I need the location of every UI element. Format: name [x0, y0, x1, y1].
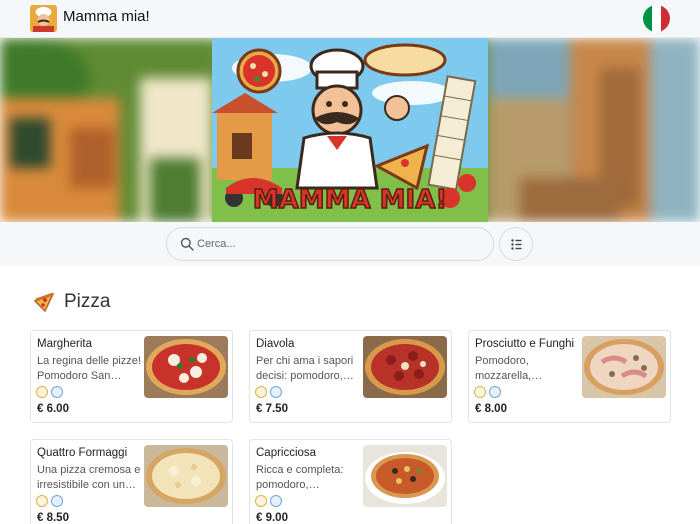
dairy-icon: [51, 495, 63, 507]
dairy-icon: [51, 386, 63, 398]
search-icon: [180, 237, 194, 251]
item-price: € 9.00: [256, 512, 288, 524]
item-name: Capricciosa: [256, 447, 317, 459]
hero-illustration: MAMMA MIA!: [212, 38, 488, 222]
search-input[interactable]: [197, 236, 477, 252]
search-bar: [0, 222, 700, 266]
menu-item-card[interactable]: Margherita La regina delle pizze! Pomodo…: [30, 330, 233, 423]
item-price: € 8.00: [475, 403, 507, 415]
pizza-slice-icon: [33, 292, 55, 313]
allergen-list: [255, 495, 282, 507]
item-description: Pomodoro, mozzarella,…: [475, 355, 543, 382]
brand-name[interactable]: Mamma mia!: [63, 8, 150, 25]
gluten-icon: [474, 386, 486, 398]
list-icon: [511, 239, 522, 250]
allergen-list: [36, 495, 63, 507]
menu-item-card[interactable]: Prosciutto e Funghi Pomodoro, mozzarella…: [468, 330, 671, 423]
menu-item-card[interactable]: Quattro Formaggi Una pizza cremosa e irr…: [30, 439, 233, 524]
gluten-icon: [255, 386, 267, 398]
gluten-icon: [36, 495, 48, 507]
search-field[interactable]: [166, 227, 494, 261]
top-navbar: Mamma mia!: [0, 0, 700, 38]
dairy-icon: [270, 386, 282, 398]
item-description: Per chi ama i sapori decisi: pomodoro,…: [256, 355, 354, 382]
italian-flag-icon[interactable]: [643, 5, 670, 32]
item-photo: [144, 445, 228, 507]
gluten-icon: [36, 386, 48, 398]
item-photo: [363, 336, 447, 398]
allergen-list: [474, 386, 501, 398]
dairy-icon: [270, 495, 282, 507]
item-price: € 6.00: [37, 403, 69, 415]
item-description: Una pizza cremosa e irresistibile con un…: [37, 464, 141, 491]
item-name: Quattro Formaggi: [37, 447, 128, 459]
gluten-icon: [255, 495, 267, 507]
hero-banner: MAMMA MIA!: [0, 38, 700, 222]
item-photo: [144, 336, 228, 398]
item-name: Margherita: [37, 338, 92, 350]
menu-item-card[interactable]: Diavola Per chi ama i sapori decisi: pom…: [249, 330, 452, 423]
allergen-list: [255, 386, 282, 398]
item-photo: [363, 445, 447, 507]
hero-title: MAMMA MIA!: [253, 185, 447, 215]
item-description: La regina delle pizze! Pomodoro San…: [37, 355, 141, 382]
dairy-icon: [489, 386, 501, 398]
item-price: € 7.50: [256, 403, 288, 415]
chef-logo-icon[interactable]: [30, 5, 57, 32]
item-price: € 8.50: [37, 512, 69, 524]
item-description: Ricca e completa: pomodoro,…: [256, 464, 344, 491]
item-photo: [582, 336, 666, 398]
item-name: Prosciutto e Funghi: [475, 338, 575, 350]
list-view-button[interactable]: [499, 227, 533, 261]
section-title: Pizza: [64, 291, 111, 312]
allergen-list: [36, 386, 63, 398]
menu-item-card[interactable]: Capricciosa Ricca e completa: pomodoro,……: [249, 439, 452, 524]
section-heading: Pizza: [33, 290, 110, 314]
item-name: Diavola: [256, 338, 295, 350]
